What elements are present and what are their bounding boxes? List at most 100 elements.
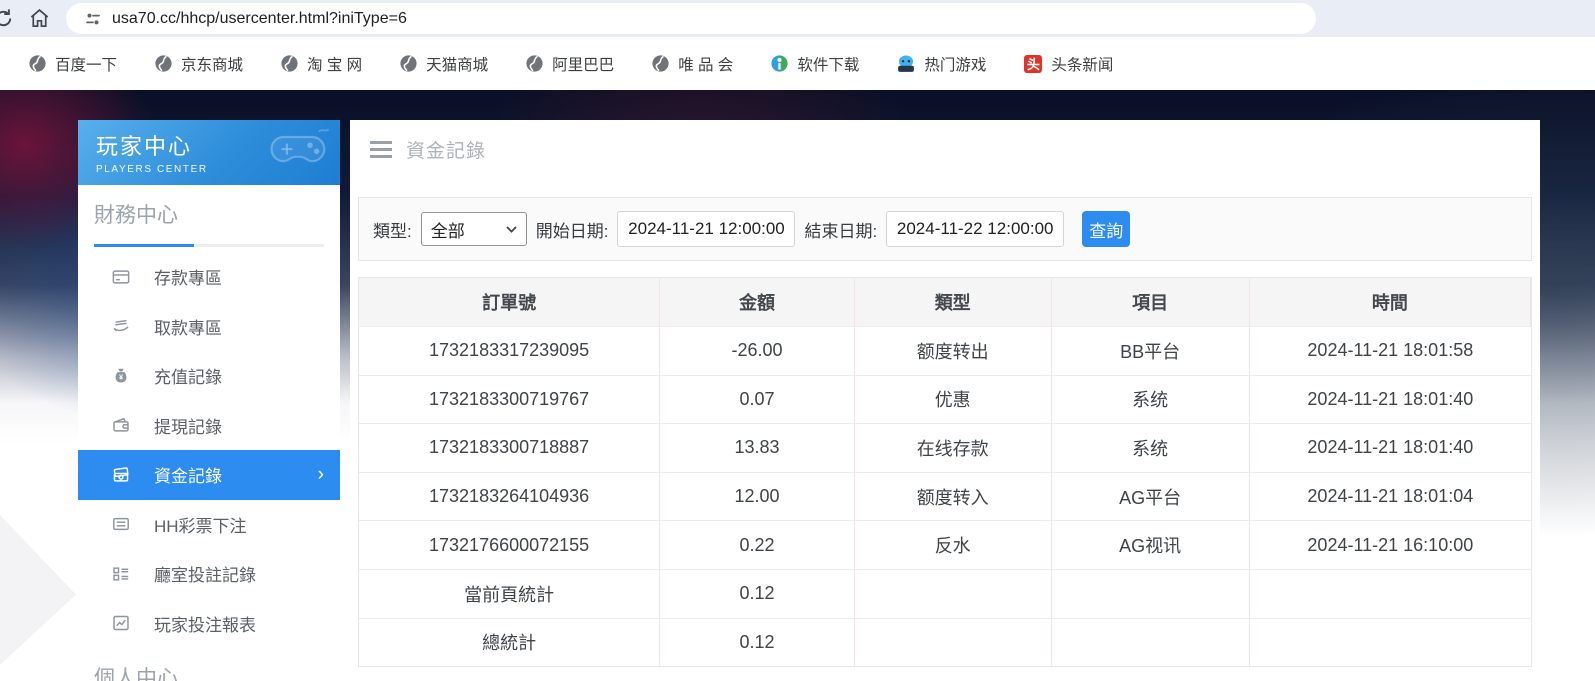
personal-section-title: 個人中心 <box>94 662 324 681</box>
funds-record-table: 訂單號 金額 類型 項目 時間 1732183317239095 -26.00 … <box>358 277 1532 667</box>
bookmark-item[interactable]: 淘 宝 网 <box>262 37 381 90</box>
globe-icon <box>526 55 543 72</box>
table-row: 1732183264104936 12.00 额度转入 AG平台 2024-11… <box>359 472 1531 521</box>
bookmark-label: 百度一下 <box>55 53 117 75</box>
menu-item-label: 資金記錄 <box>154 462 318 487</box>
cell-project: 系统 <box>1052 376 1250 424</box>
globe-icon <box>281 55 298 72</box>
menu-item-label: 玩家投注報表 <box>154 611 324 636</box>
cell-amount: 0.07 <box>660 376 855 424</box>
menu-item-label: 充值記錄 <box>154 363 324 388</box>
bookmark-item[interactable]: 天猫商城 <box>381 37 507 90</box>
table-row: 1732183317239095 -26.00 额度转出 BB平台 2024-1… <box>359 326 1531 375</box>
cell-order-no: 1732176600072155 <box>359 521 660 569</box>
bookmark-label: 京东商城 <box>181 53 243 75</box>
globe-icon <box>400 55 417 72</box>
bookmarks-bar: 百度一下 京东商城 淘 宝 网 天猫商城 阿里巴巴 唯 品 会 软件下载 <box>0 37 1595 90</box>
start-date-label: 開始日期: <box>536 217 609 242</box>
hot-games-icon <box>897 55 915 73</box>
type-select-value: 全部 <box>431 217 465 242</box>
cell-time: 2024-11-21 18:01:58 <box>1250 327 1531 375</box>
cell-type: 优惠 <box>855 376 1052 424</box>
cell-type <box>855 619 1052 667</box>
software-download-icon <box>771 55 788 72</box>
table-header-cell: 金額 <box>660 278 855 326</box>
cell-type: 额度转入 <box>855 473 1052 521</box>
end-date-input[interactable] <box>886 211 1064 247</box>
main-panel: 資金記錄 類型: 全部 開始日期: 結束日期: 查詢 訂單號 金額 類型 項目 … <box>350 120 1540 681</box>
sidebar-menu-item[interactable]: 取款專區 <box>78 302 340 352</box>
sidebar: 玩家中心 PLAYERS CENTER 財務中心 存款專區 取款專區 <box>78 120 340 681</box>
cell-order-no: 1732183264104936 <box>359 473 660 521</box>
menu-item-label: 提現記錄 <box>154 413 324 438</box>
table-header-cell: 訂單號 <box>359 278 660 326</box>
globe-icon <box>155 55 172 72</box>
end-date-label: 結束日期: <box>804 217 877 242</box>
cell-amount: 12.00 <box>660 473 855 521</box>
cell-time: 2024-11-21 18:01:40 <box>1250 424 1531 472</box>
table-row: 總統計 0.12 <box>359 618 1531 667</box>
globe-icon <box>29 55 46 72</box>
bookmark-item[interactable]: 热门游戏 <box>878 37 1005 90</box>
site-settings-icon[interactable] <box>84 10 102 28</box>
home-icon[interactable] <box>28 7 51 30</box>
sidebar-menu-item[interactable]: 存款專區 <box>78 252 340 302</box>
toutiao-news-icon: 头 <box>1024 55 1042 73</box>
sidebar-menu-item[interactable]: 玩家投注報表 <box>78 599 340 649</box>
table-header-cell: 時間 <box>1250 278 1531 326</box>
sidebar-menu-item[interactable]: 資金記錄 › <box>78 450 340 500</box>
table-row: 1732176600072155 0.22 反水 AG视讯 2024-11-21… <box>359 520 1531 569</box>
table-row: 1732183300718887 13.83 在线存款 系统 2024-11-2… <box>359 423 1531 472</box>
cell-amount: 0.22 <box>660 521 855 569</box>
cell-order-no: 總統計 <box>359 619 660 667</box>
cell-amount: -26.00 <box>660 327 855 375</box>
reload-icon[interactable] <box>0 7 15 30</box>
start-date-input[interactable] <box>617 211 795 247</box>
search-button[interactable]: 查詢 <box>1082 211 1130 247</box>
cell-type: 额度转出 <box>855 327 1052 375</box>
menu-item-label: HH彩票下注 <box>154 512 324 537</box>
bookmark-item[interactable]: 软件下载 <box>752 37 878 90</box>
sidebar-menu-item[interactable]: ¥ 充值記錄 <box>78 351 340 401</box>
report-chart-icon <box>112 614 134 632</box>
sidebar-menu-item[interactable]: 廳室投註記錄 <box>78 549 340 599</box>
content-header: 資金記錄 <box>350 120 1540 178</box>
bookmark-item[interactable]: 百度一下 <box>10 37 136 90</box>
sidebar-menu-item[interactable]: HH彩票下注 <box>78 500 340 550</box>
bookmark-label: 软件下载 <box>797 53 859 75</box>
bookmark-item[interactable]: 唯 品 会 <box>633 37 752 90</box>
bookmark-item[interactable]: 头 头条新闻 <box>1005 37 1132 90</box>
finance-section-title: 財務中心 <box>94 199 324 229</box>
cell-project <box>1052 570 1250 618</box>
cell-time <box>1250 570 1531 618</box>
type-select[interactable]: 全部 <box>421 212 527 246</box>
address-bar[interactable]: usa70.cc/hhcp/usercenter.html?iniType=6 <box>66 3 1316 34</box>
cell-project: AG平台 <box>1052 473 1250 521</box>
url-text: usa70.cc/hhcp/usercenter.html?iniType=6 <box>112 10 407 28</box>
bookmark-item[interactable]: 阿里巴巴 <box>507 37 633 90</box>
cell-time <box>1250 619 1531 667</box>
sidebar-menu-item[interactable]: 提現記錄 <box>78 401 340 451</box>
cell-time: 2024-11-21 18:01:04 <box>1250 473 1531 521</box>
gamepad-icon <box>266 127 332 169</box>
bookmark-item[interactable]: 京东商城 <box>136 37 262 90</box>
chevron-right-icon: › <box>318 465 324 484</box>
cell-type <box>855 570 1052 618</box>
bookmark-label: 头条新闻 <box>1051 53 1113 75</box>
type-label: 類型: <box>373 217 412 242</box>
table-body: 1732183317239095 -26.00 额度转出 BB平台 2024-1… <box>359 326 1531 666</box>
cell-project: BB平台 <box>1052 327 1250 375</box>
menu-toggle-icon[interactable] <box>370 141 392 158</box>
menu-item-label: 廳室投註記錄 <box>154 561 324 586</box>
cell-time: 2024-11-21 18:01:40 <box>1250 376 1531 424</box>
cell-order-no: 1732183300718887 <box>359 424 660 472</box>
bookmark-label: 天猫商城 <box>426 53 488 75</box>
cell-order-no: 1732183317239095 <box>359 327 660 375</box>
chevron-down-icon <box>506 226 517 233</box>
sidebar-menu: 存款專區 取款專區 ¥ 充值記錄 提現記錄 <box>78 252 340 648</box>
funds-notes-icon <box>112 466 134 484</box>
bookmark-label: 热门游戏 <box>924 53 986 75</box>
cell-project: AG视讯 <box>1052 521 1250 569</box>
lottery-list-icon <box>112 515 134 533</box>
hall-list-icon <box>112 565 134 583</box>
